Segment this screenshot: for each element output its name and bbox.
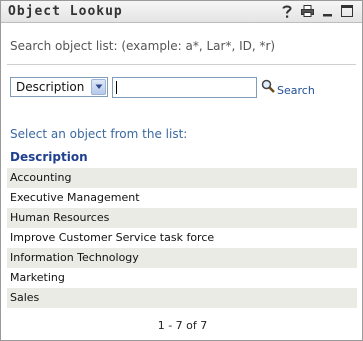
list-item[interactable]: Improve Customer Service task force: [7, 228, 357, 248]
search-button-label: Search: [277, 84, 315, 97]
title-bar: Object Lookup: [1, 1, 362, 23]
search-hint: Search object list: (example: a*, Lar*, …: [10, 39, 276, 53]
text-caret: [116, 81, 117, 94]
maximize-icon[interactable]: [340, 4, 354, 18]
list-prompt: Select an object from the list:: [10, 127, 188, 141]
print-icon[interactable]: [300, 4, 314, 18]
list-item[interactable]: Sales: [7, 288, 357, 308]
title-bar-icons: [280, 4, 354, 18]
list-item[interactable]: Accounting: [7, 168, 357, 188]
search-field-select[interactable]: Description: [10, 77, 108, 97]
magnifier-icon: [261, 79, 275, 96]
object-list: Accounting Executive Management Human Re…: [7, 168, 357, 308]
column-header-description[interactable]: Description: [10, 150, 88, 164]
list-item[interactable]: Marketing: [7, 268, 357, 288]
search-button[interactable]: Search: [261, 79, 315, 97]
window-title: Object Lookup: [8, 4, 123, 19]
search-field-select-value: Description: [16, 80, 85, 94]
minimize-icon[interactable]: [320, 4, 334, 18]
divider: [7, 64, 356, 65]
help-icon[interactable]: [280, 4, 294, 18]
list-item[interactable]: Executive Management: [7, 188, 357, 208]
search-input[interactable]: [112, 77, 257, 98]
list-item[interactable]: Information Technology: [7, 248, 357, 268]
pagination-status: 1 - 7 of 7: [157, 319, 208, 332]
list-item[interactable]: Human Resources: [7, 208, 357, 228]
object-lookup-window: Object Lookup Search object list: (examp…: [0, 0, 363, 341]
chevron-down-icon[interactable]: [91, 79, 106, 95]
